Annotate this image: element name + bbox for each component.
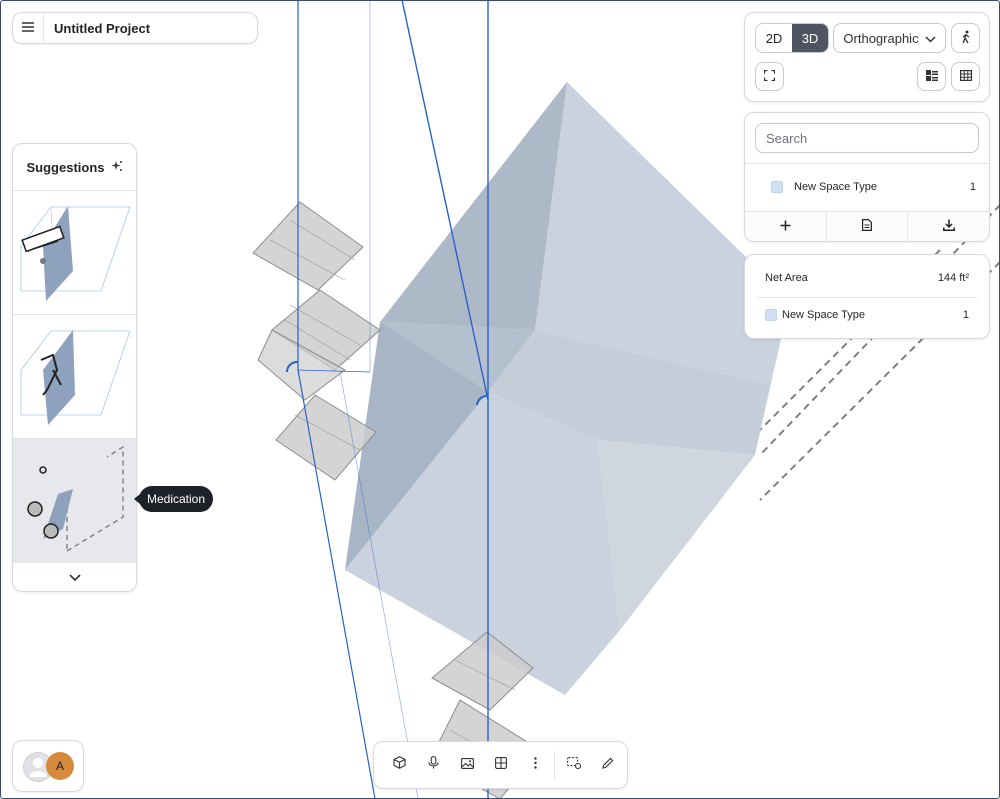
suggestions-panel: Suggestions bbox=[12, 143, 137, 592]
space-type-color-swatch bbox=[765, 309, 777, 321]
sparkle-icon bbox=[111, 160, 123, 175]
hamburger-icon bbox=[22, 19, 34, 37]
bottom-toolbar bbox=[373, 741, 628, 789]
table-view-button[interactable] bbox=[951, 62, 980, 91]
net-area-label: Net Area bbox=[765, 272, 808, 284]
walk-mode-button[interactable] bbox=[951, 23, 980, 53]
3d-object-tool-button[interactable] bbox=[382, 748, 416, 782]
suggestion-card-2[interactable] bbox=[13, 315, 136, 439]
space-type-label: New Space Type bbox=[794, 181, 877, 193]
image-icon bbox=[460, 756, 474, 774]
show-more-suggestions-button[interactable] bbox=[13, 563, 136, 591]
view-mode-toggle: 2D 3D bbox=[755, 23, 829, 53]
list-icon bbox=[925, 69, 938, 84]
suggestions-title: Suggestions bbox=[26, 159, 105, 175]
list-view-button[interactable] bbox=[917, 62, 946, 91]
space-type-label: New Space Type bbox=[782, 309, 865, 321]
fullscreen-button[interactable] bbox=[755, 62, 784, 91]
suggestion-card-1[interactable] bbox=[13, 191, 136, 315]
add-space-type-button[interactable] bbox=[745, 212, 827, 241]
projection-dropdown[interactable]: Orthographic bbox=[833, 23, 946, 53]
pencil-icon bbox=[602, 756, 614, 774]
cube-icon bbox=[392, 756, 406, 774]
suggestion-tooltip: Medication bbox=[133, 486, 214, 512]
suggestion-card-3[interactable] bbox=[13, 439, 136, 563]
view-controls: 2D 3D Orthographic bbox=[744, 12, 990, 102]
walking-person-icon bbox=[960, 30, 972, 47]
net-area-row: Net Area 144 ft² bbox=[745, 263, 989, 293]
avatar-user[interactable]: A bbox=[46, 752, 74, 780]
grid-icon bbox=[495, 756, 507, 774]
net-area-value: 144 ft² bbox=[937, 272, 969, 284]
space-type-count: 1 bbox=[962, 309, 969, 321]
microphone-icon bbox=[427, 756, 439, 774]
download-button[interactable] bbox=[908, 212, 989, 241]
document-button[interactable] bbox=[827, 212, 909, 241]
fullscreen-icon bbox=[763, 69, 776, 84]
more-options-button[interactable] bbox=[518, 748, 552, 782]
select-area-button[interactable] bbox=[557, 748, 591, 782]
metrics-panel: Net Area 144 ft² New Space Type 1 bbox=[744, 254, 990, 339]
toolbar-divider bbox=[554, 750, 555, 780]
avatar-initial: A bbox=[55, 759, 64, 773]
space-types-panel: New Space Type 1 bbox=[744, 112, 990, 242]
space-types-actions bbox=[745, 211, 989, 241]
suggestion-thumbnail bbox=[20, 206, 131, 301]
project-bar: Untitled Project bbox=[12, 12, 258, 44]
collaborators: A bbox=[12, 740, 84, 792]
suggestions-header: Suggestions bbox=[13, 144, 136, 191]
space-box bbox=[345, 82, 790, 695]
grid-layout-button[interactable] bbox=[484, 748, 518, 782]
3d-mode-button[interactable]: 3D bbox=[792, 24, 828, 52]
metrics-space-type-row: New Space Type 1 bbox=[745, 300, 989, 330]
chevron-down-icon bbox=[68, 569, 81, 587]
selection-icon bbox=[567, 756, 582, 774]
voice-input-button[interactable] bbox=[416, 748, 450, 782]
download-icon bbox=[942, 218, 955, 236]
table-icon bbox=[959, 69, 972, 84]
divider bbox=[757, 297, 977, 298]
project-title[interactable]: Untitled Project bbox=[54, 21, 150, 36]
plus-icon bbox=[780, 218, 791, 236]
suggestion-thumbnail bbox=[27, 445, 124, 552]
divider bbox=[745, 163, 989, 164]
space-type-color-swatch bbox=[771, 181, 783, 193]
document-icon bbox=[862, 218, 872, 236]
space-type-count: 1 bbox=[969, 181, 976, 193]
2d-mode-button[interactable]: 2D bbox=[756, 24, 792, 52]
suggestion-thumbnail bbox=[20, 330, 131, 425]
space-type-row[interactable]: New Space Type 1 bbox=[745, 172, 989, 202]
edit-button[interactable] bbox=[591, 748, 625, 782]
more-vertical-icon bbox=[533, 756, 537, 774]
menu-button[interactable] bbox=[13, 13, 44, 43]
image-button[interactable] bbox=[450, 748, 484, 782]
projection-label: Orthographic bbox=[843, 30, 919, 46]
chevron-down-icon bbox=[925, 31, 936, 46]
search-input[interactable] bbox=[755, 123, 979, 153]
